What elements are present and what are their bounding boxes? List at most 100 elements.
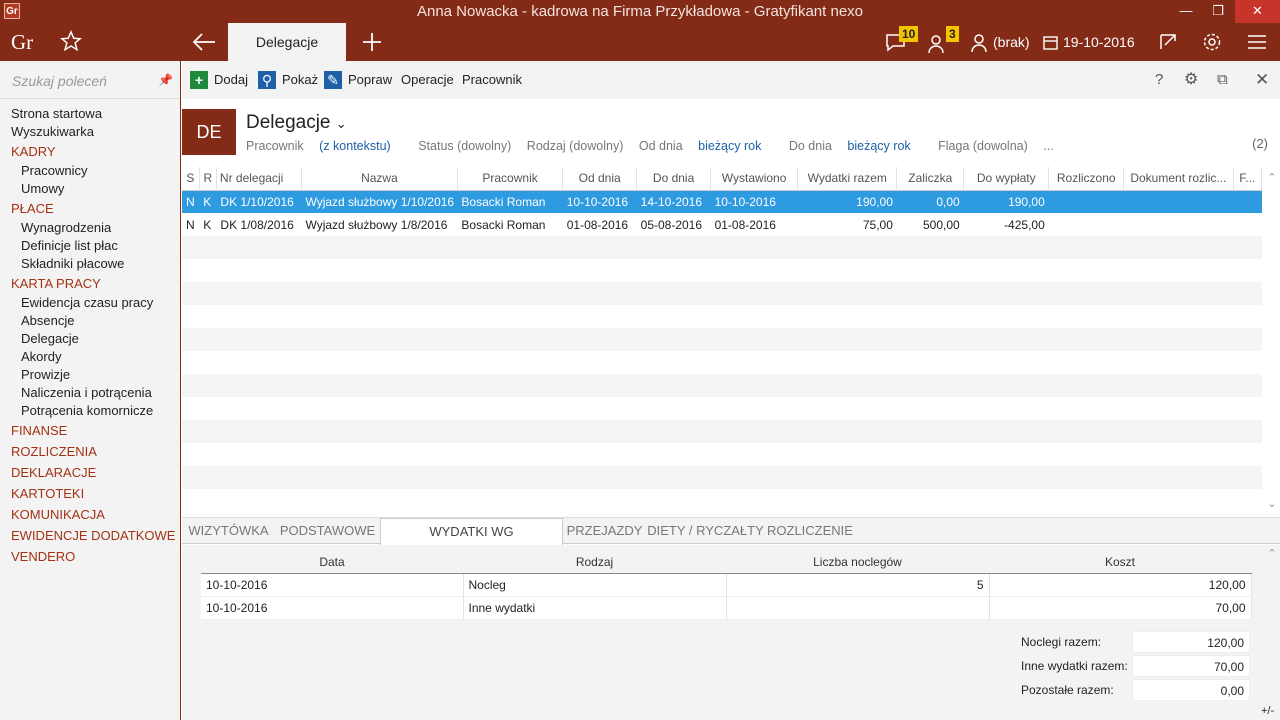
table-row[interactable] bbox=[182, 282, 1262, 305]
minimize-button[interactable]: — bbox=[1170, 0, 1202, 23]
table-row[interactable] bbox=[182, 374, 1262, 397]
column-header[interactable]: Dokument rozlic... bbox=[1123, 167, 1234, 191]
sidebar-item[interactable]: KARTA PRACY bbox=[0, 273, 180, 294]
table-row[interactable] bbox=[182, 305, 1262, 328]
restore-button[interactable]: ❐ bbox=[1202, 0, 1234, 23]
show-button[interactable]: ⚲ Pokaż bbox=[258, 71, 318, 91]
sidebar-item[interactable]: KADRY bbox=[0, 141, 180, 162]
filter-status[interactable]: Status (dowolny) bbox=[418, 139, 511, 153]
detail-tab[interactable]: WYDATKI WG ZAŁĄCZNIKÓW bbox=[380, 518, 563, 565]
detail-column-header[interactable]: Koszt bbox=[989, 551, 1251, 574]
sidebar-item[interactable]: Potrącenia komornicze bbox=[0, 402, 180, 420]
sidebar-item[interactable]: KARTOTEKI bbox=[0, 483, 180, 504]
sidebar-item[interactable]: EWIDENCJE DODATKOWE bbox=[0, 525, 180, 546]
filter-flag[interactable]: Flaga (dowolna) bbox=[938, 139, 1028, 153]
table-row[interactable] bbox=[182, 328, 1262, 351]
column-header[interactable]: Zaliczka bbox=[896, 167, 965, 191]
column-header[interactable]: Rozliczono bbox=[1048, 167, 1125, 191]
column-header[interactable]: Od dnia bbox=[562, 167, 638, 191]
table-row[interactable] bbox=[182, 420, 1262, 443]
sidebar-item[interactable]: Wyszukiwarka bbox=[0, 123, 180, 141]
sidebar-item[interactable]: PŁACE bbox=[0, 198, 180, 219]
detail-column-header[interactable]: Data bbox=[201, 551, 463, 574]
sidebar-item[interactable]: Prowizje bbox=[0, 366, 180, 384]
sidebar-item[interactable]: Wynagrodzenia bbox=[0, 219, 180, 237]
add-button[interactable]: + Dodaj bbox=[190, 71, 248, 91]
back-arrow-icon[interactable] bbox=[190, 30, 218, 54]
employee-button[interactable]: Pracownik bbox=[462, 71, 522, 91]
current-user-label[interactable]: (brak) bbox=[993, 23, 1030, 61]
help-button[interactable]: ? bbox=[1155, 71, 1163, 91]
table-row[interactable] bbox=[182, 489, 1262, 512]
sidebar-item[interactable]: Umowy bbox=[0, 180, 180, 198]
column-header[interactable]: Pracownik bbox=[457, 167, 564, 191]
close-tab-icon[interactable]: ✕ bbox=[1255, 71, 1269, 91]
chevron-down-icon[interactable]: ⌄ bbox=[336, 116, 347, 131]
edit-button[interactable]: ✎ Popraw bbox=[324, 71, 392, 91]
sidebar-item[interactable]: KOMUNIKACJA bbox=[0, 504, 180, 525]
detail-column-header[interactable]: Rodzaj bbox=[463, 551, 726, 574]
page-title[interactable]: Delegacje ⌄ bbox=[246, 112, 347, 134]
detail-row[interactable]: 10-10-2016 Nocleg 5 120,00 bbox=[201, 573, 1252, 597]
column-header[interactable]: Do wypłaty bbox=[963, 167, 1050, 191]
table-row[interactable] bbox=[182, 443, 1262, 466]
detail-scroll-up-icon[interactable]: ⌃ bbox=[1264, 547, 1280, 560]
sidebar-item[interactable]: Definicje list płac bbox=[0, 237, 180, 255]
search-placeholder[interactable]: Szukaj poleceń bbox=[12, 73, 107, 89]
scroll-up-icon[interactable]: ⌃ bbox=[1264, 171, 1280, 184]
operations-button[interactable]: Operacje bbox=[401, 71, 454, 91]
hamburger-menu-icon[interactable] bbox=[1247, 33, 1267, 51]
column-header[interactable]: S bbox=[182, 167, 200, 191]
column-header[interactable]: R bbox=[199, 167, 217, 191]
table-row[interactable]: N K DK 1/08/2016 Wyjazd służbowy 1/8/2016 Bo… bbox=[182, 213, 1262, 236]
filter-more[interactable]: ... bbox=[1043, 139, 1053, 153]
column-header[interactable]: Wydatki razem bbox=[797, 167, 898, 191]
sidebar-item[interactable]: Składniki płacowe bbox=[0, 255, 180, 273]
sidebar-item[interactable]: Naliczenia i potrącenia bbox=[0, 384, 180, 402]
star-icon[interactable] bbox=[60, 30, 82, 52]
column-header[interactable]: Wystawiono bbox=[710, 167, 799, 191]
command-search[interactable]: Szukaj poleceń 📌 bbox=[0, 61, 180, 99]
sidebar-item[interactable]: FINANSE bbox=[0, 420, 180, 441]
detail-tab[interactable]: PRZEJAZDY bbox=[563, 518, 646, 545]
sidebar-item[interactable]: VENDERO bbox=[0, 546, 180, 567]
detail-column-header[interactable]: Liczba noclegów bbox=[726, 551, 989, 574]
working-date[interactable]: 19-10-2016 bbox=[1063, 23, 1135, 61]
calendar-icon[interactable] bbox=[1043, 35, 1058, 50]
sidebar-item[interactable]: Strona startowa bbox=[0, 105, 180, 123]
filter-employee[interactable]: Pracownik (z kontekstu) bbox=[246, 139, 403, 153]
sidebar-item[interactable]: DEKLARACJE bbox=[0, 462, 180, 483]
tab-delegacje[interactable]: Delegacje bbox=[228, 23, 346, 61]
filter-from-date[interactable]: Od dnia bieżący rok bbox=[639, 139, 774, 153]
detail-row[interactable]: 10-10-2016 Inne wydatki 70,00 bbox=[201, 596, 1252, 620]
new-tab-plus-icon[interactable] bbox=[360, 30, 384, 54]
filter-type[interactable]: Rodzaj (dowolny) bbox=[527, 139, 624, 153]
table-row[interactable] bbox=[182, 466, 1262, 489]
user-icon[interactable] bbox=[970, 33, 990, 53]
detail-tab[interactable]: ROZLICZENIE bbox=[765, 518, 855, 545]
sidebar-item[interactable]: Pracownicy bbox=[0, 162, 180, 180]
table-row[interactable] bbox=[182, 259, 1262, 282]
table-row[interactable]: N K DK 1/10/2016 Wyjazd służbowy 1/10/2016 B… bbox=[182, 190, 1262, 213]
view-settings-gear-icon[interactable]: ⚙ bbox=[1184, 71, 1198, 91]
expand-toggle[interactable]: +/- bbox=[1261, 705, 1274, 717]
detail-tab[interactable]: DIETY / RYCZAŁTY bbox=[646, 518, 765, 545]
table-row[interactable] bbox=[182, 351, 1262, 374]
column-header[interactable]: F... bbox=[1233, 167, 1263, 191]
transfer-icon[interactable] bbox=[1158, 32, 1178, 52]
sidebar-item[interactable]: ROZLICZENIA bbox=[0, 441, 180, 462]
table-row[interactable] bbox=[182, 397, 1262, 420]
app-logo[interactable]: Gr bbox=[0, 23, 46, 61]
filter-to-date[interactable]: Do dnia bieżący rok bbox=[789, 139, 923, 153]
sidebar-item[interactable]: Ewidencja czasu pracy bbox=[0, 294, 180, 312]
scroll-down-icon[interactable]: ⌄ bbox=[1264, 497, 1280, 510]
table-row[interactable] bbox=[182, 236, 1262, 259]
column-header[interactable]: Do dnia bbox=[636, 167, 712, 191]
sidebar-item[interactable]: Delegacje bbox=[0, 330, 180, 348]
column-header[interactable]: Nazwa bbox=[301, 167, 458, 191]
column-header[interactable]: Nr delegacji bbox=[216, 167, 302, 191]
detail-tab[interactable]: WIZYTÓWKA bbox=[182, 518, 275, 545]
detach-window-icon[interactable]: ⧉ bbox=[1217, 71, 1228, 91]
sidebar-item[interactable]: Akordy bbox=[0, 348, 180, 366]
detail-tab[interactable]: PODSTAWOWE bbox=[275, 518, 380, 545]
